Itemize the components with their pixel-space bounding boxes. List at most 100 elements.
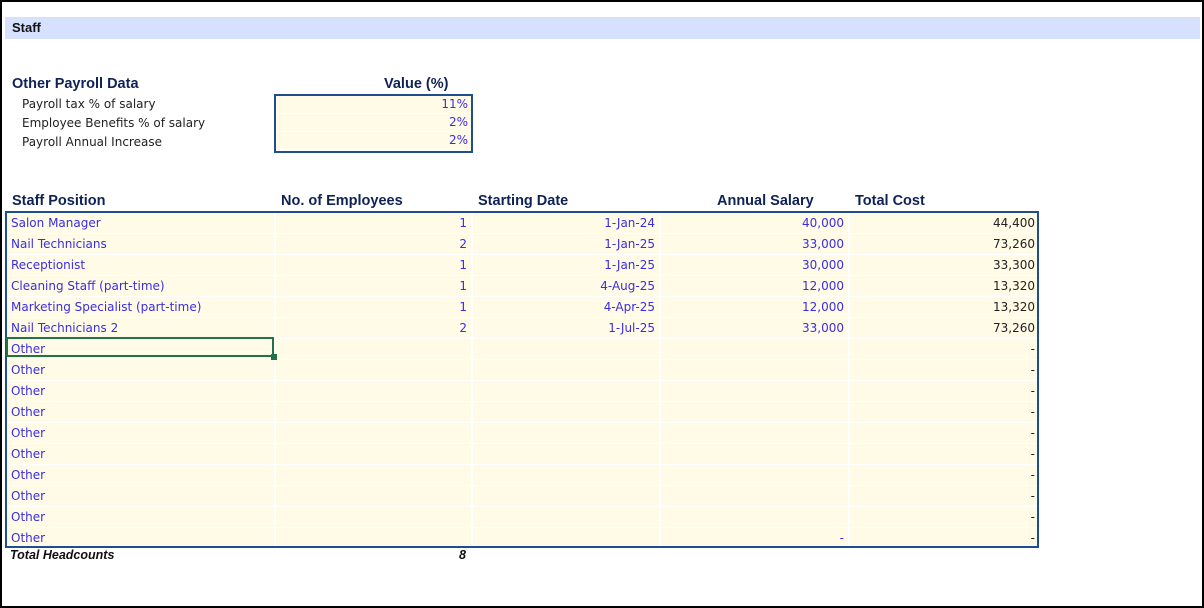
employees-cell[interactable] <box>276 528 473 546</box>
employees-cell[interactable] <box>276 339 473 359</box>
position-cell[interactable]: Other <box>7 402 276 422</box>
total-cost-cell: - <box>850 339 1037 359</box>
total-cost-cell: - <box>850 360 1037 380</box>
payroll-increase-input[interactable]: 2% <box>276 132 471 150</box>
position-cell[interactable]: Receptionist <box>7 255 276 275</box>
salary-cell[interactable]: 40,000 <box>661 213 850 233</box>
total-cost-cell: - <box>850 381 1037 401</box>
table-row: Cleaning Staff (part-time) 1 4-Aug-25 12,00… <box>7 276 1037 297</box>
fill-handle[interactable] <box>271 354 277 360</box>
col-header-position: Staff Position <box>12 193 106 209</box>
salary-cell[interactable] <box>661 486 850 506</box>
start-date-cell[interactable] <box>473 339 661 359</box>
payroll-tax-input[interactable]: 11% <box>276 96 471 114</box>
position-cell[interactable]: Salon Manager <box>7 213 276 233</box>
start-date-cell[interactable]: 1-Jan-25 <box>473 234 661 254</box>
payroll-values: 11% 2% 2% <box>274 94 473 153</box>
position-cell[interactable]: Other <box>7 360 276 380</box>
employees-cell[interactable]: 1 <box>276 255 473 275</box>
employees-cell[interactable] <box>276 360 473 380</box>
total-cost-cell: - <box>850 444 1037 464</box>
col-header-total-cost: Total Cost <box>855 193 925 209</box>
salary-cell[interactable]: - <box>661 528 850 546</box>
position-cell[interactable]: Other <box>7 339 276 359</box>
employees-cell[interactable] <box>276 507 473 527</box>
start-date-cell[interactable]: 1-Jul-25 <box>473 318 661 338</box>
employees-cell[interactable] <box>276 402 473 422</box>
section-title: Staff <box>12 20 41 35</box>
start-date-cell[interactable]: 1-Jan-24 <box>473 213 661 233</box>
start-date-cell[interactable] <box>473 444 661 464</box>
total-cost-cell: - <box>850 402 1037 422</box>
salary-cell[interactable] <box>661 507 850 527</box>
col-header-employees: No. of Employees <box>281 193 403 209</box>
employees-cell[interactable]: 1 <box>276 276 473 296</box>
payroll-label: Employee Benefits % of salary <box>22 116 206 130</box>
table-row: Other - <box>7 486 1037 507</box>
employee-benefits-input[interactable]: 2% <box>276 114 471 132</box>
position-cell[interactable]: Other <box>7 465 276 485</box>
salary-cell[interactable] <box>661 444 850 464</box>
position-cell[interactable]: Nail Technicians <box>7 234 276 254</box>
salary-cell[interactable]: 12,000 <box>661 276 850 296</box>
salary-cell[interactable] <box>661 402 850 422</box>
total-cost-cell: 73,260 <box>850 234 1037 254</box>
table-row: Marketing Specialist (part-time) 1 4-Apr-2… <box>7 297 1037 318</box>
payroll-label: Payroll Annual Increase <box>22 135 162 149</box>
salary-cell[interactable] <box>661 465 850 485</box>
start-date-cell[interactable] <box>473 528 661 546</box>
employees-cell[interactable] <box>276 381 473 401</box>
position-cell[interactable]: Nail Technicians 2 <box>7 318 276 338</box>
table-row: Other - <box>7 381 1037 402</box>
position-cell[interactable]: Other <box>7 444 276 464</box>
start-date-cell[interactable] <box>473 402 661 422</box>
salary-cell[interactable] <box>661 360 850 380</box>
employees-cell[interactable] <box>276 423 473 443</box>
start-date-cell[interactable] <box>473 381 661 401</box>
employees-cell[interactable] <box>276 486 473 506</box>
position-cell[interactable]: Cleaning Staff (part-time) <box>7 276 276 296</box>
salary-cell[interactable]: 33,000 <box>661 318 850 338</box>
position-cell[interactable]: Marketing Specialist (part-time) <box>7 297 276 317</box>
start-date-cell[interactable] <box>473 486 661 506</box>
position-cell[interactable]: Other <box>7 486 276 506</box>
position-cell[interactable]: Other <box>7 381 276 401</box>
start-date-cell[interactable] <box>473 423 661 443</box>
payroll-value-heading: Value (%) <box>384 76 449 92</box>
total-cost-cell: 13,320 <box>850 297 1037 317</box>
position-cell[interactable]: Other <box>7 528 276 546</box>
col-header-salary: Annual Salary <box>717 193 814 209</box>
start-date-cell[interactable] <box>473 465 661 485</box>
table-row: Other - - <box>7 528 1037 546</box>
salary-cell[interactable] <box>661 339 850 359</box>
col-header-start-date: Starting Date <box>478 193 569 209</box>
employees-cell[interactable] <box>276 465 473 485</box>
total-cost-cell: - <box>850 507 1037 527</box>
table-row: Other - <box>7 360 1037 381</box>
total-headcounts-value: 8 <box>459 548 466 562</box>
total-cost-cell: 73,260 <box>850 318 1037 338</box>
salary-cell[interactable] <box>661 381 850 401</box>
position-cell[interactable]: Other <box>7 507 276 527</box>
total-cost-cell: 13,320 <box>850 276 1037 296</box>
employees-cell[interactable] <box>276 444 473 464</box>
salary-cell[interactable]: 30,000 <box>661 255 850 275</box>
start-date-cell[interactable] <box>473 360 661 380</box>
employees-cell[interactable]: 1 <box>276 213 473 233</box>
employees-cell[interactable]: 2 <box>276 318 473 338</box>
total-cost-cell: - <box>850 528 1037 546</box>
start-date-cell[interactable]: 1-Jan-25 <box>473 255 661 275</box>
position-cell[interactable]: Other <box>7 423 276 443</box>
start-date-cell[interactable] <box>473 507 661 527</box>
total-cost-cell: 44,400 <box>850 213 1037 233</box>
table-row: Other - <box>7 339 1037 360</box>
start-date-cell[interactable]: 4-Apr-25 <box>473 297 661 317</box>
start-date-cell[interactable]: 4-Aug-25 <box>473 276 661 296</box>
salary-cell[interactable] <box>661 423 850 443</box>
total-cost-cell: - <box>850 465 1037 485</box>
salary-cell[interactable]: 33,000 <box>661 234 850 254</box>
table-row: Nail Technicians 2 1-Jan-25 33,000 73,260 <box>7 234 1037 255</box>
employees-cell[interactable]: 1 <box>276 297 473 317</box>
employees-cell[interactable]: 2 <box>276 234 473 254</box>
salary-cell[interactable]: 12,000 <box>661 297 850 317</box>
